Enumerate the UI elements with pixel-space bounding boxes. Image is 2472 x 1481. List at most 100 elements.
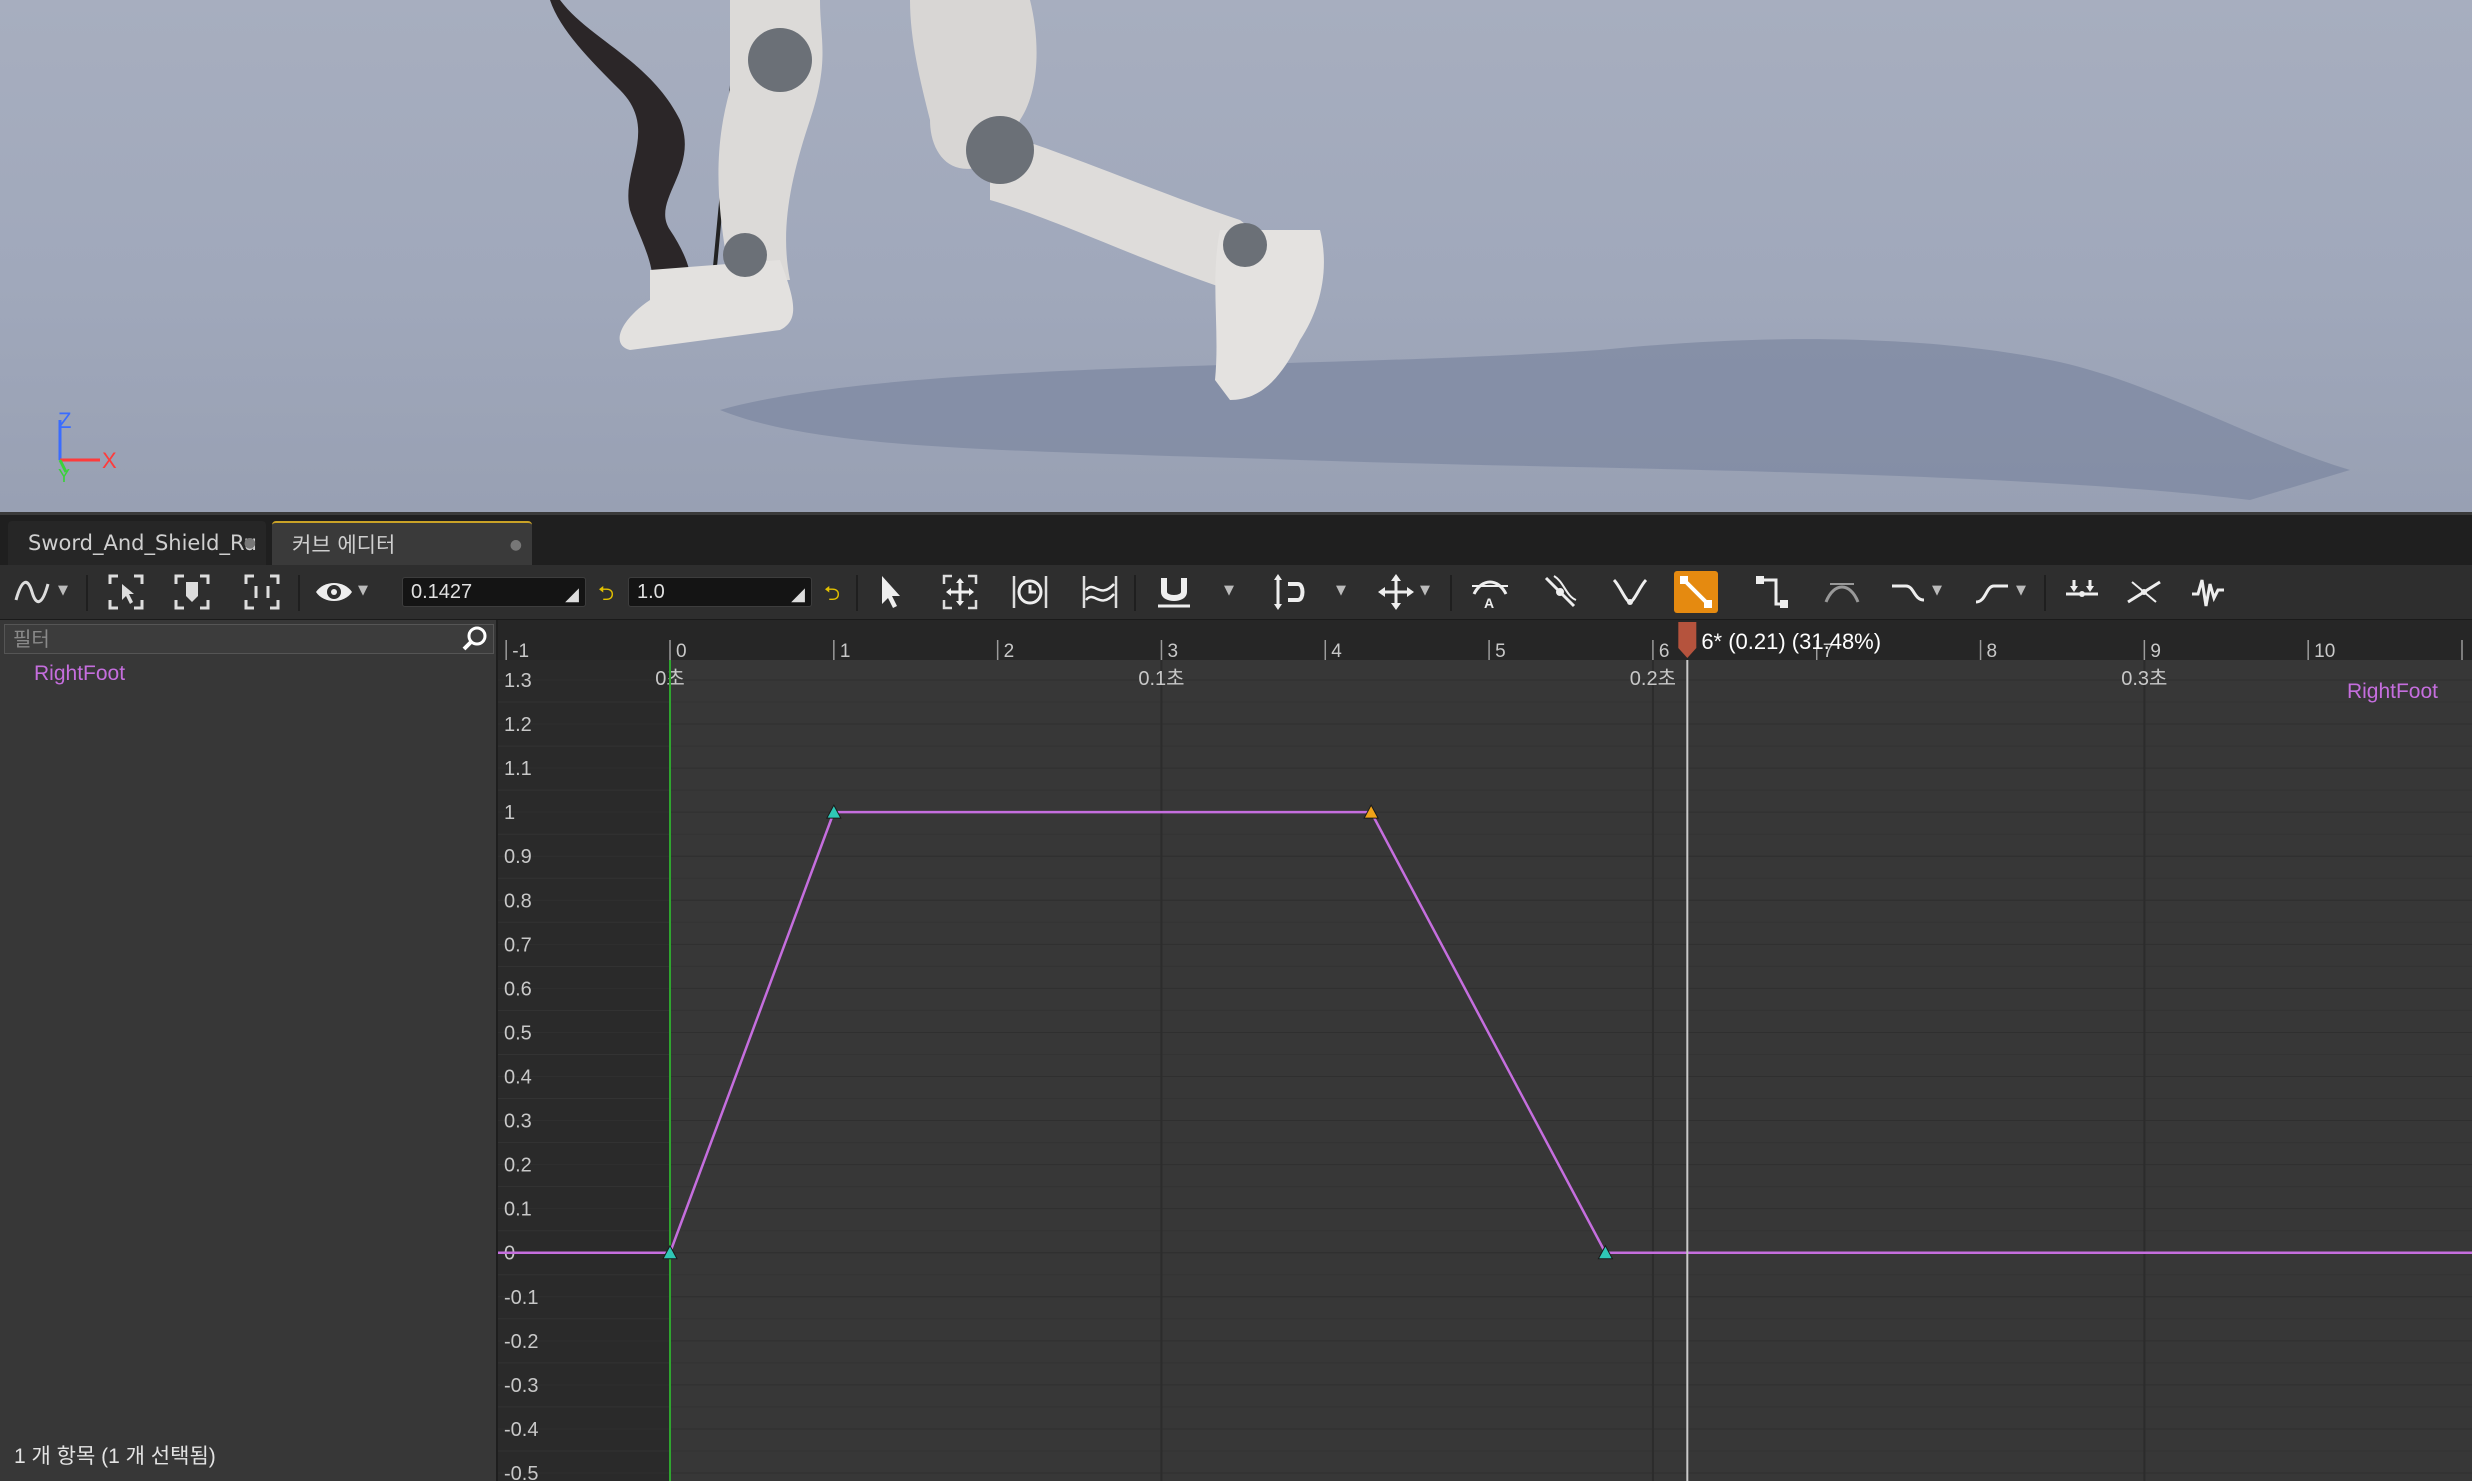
toolbar-separator bbox=[298, 575, 300, 611]
ruler-tick-label: 5 bbox=[1495, 641, 1506, 662]
auto-tangent-icon[interactable]: A bbox=[1468, 571, 1512, 613]
constant-interpolation-icon[interactable] bbox=[1750, 571, 1794, 613]
y-tick-label: 0.4 bbox=[504, 1067, 532, 1089]
ruler-tick-label: 2 bbox=[1004, 641, 1015, 662]
transform-tool-icon[interactable] bbox=[938, 571, 982, 613]
y-tick-label: 0.8 bbox=[504, 890, 532, 912]
ruler-tick-label: -1 bbox=[512, 641, 529, 662]
time-value-text: 0.1427 bbox=[411, 581, 473, 603]
ruler-tick-label: 9 bbox=[2150, 641, 2161, 662]
curve-editor-toolbar: ▼ ▼ 0.1427 ◢ ⮌ 1.0 ◢ ⮌ ▼ ▼ ▼ A ▼ ▼ bbox=[0, 565, 2472, 620]
y-tick-label: 0.7 bbox=[504, 934, 532, 956]
character-preview: Z X Y bbox=[58, 0, 2350, 500]
tab-label: Sword_And_Shield_Ru bbox=[28, 531, 257, 555]
frame-ruler[interactable] bbox=[498, 620, 2472, 660]
y-tick-label: 1 bbox=[504, 802, 515, 824]
curve-graph-canvas[interactable]: -1 0 1 2 3 4 5 6 7 8 9 10 1.31.21.110.90.80.70.60.5… bbox=[498, 620, 2472, 1481]
chevron-down-icon[interactable]: ▼ bbox=[1420, 583, 1438, 601]
curve-view-mode-icon[interactable] bbox=[10, 571, 54, 613]
flatten-tangent-icon[interactable] bbox=[1820, 571, 1864, 613]
time-value-field[interactable]: 0.1427 ◢ bbox=[402, 577, 586, 607]
tab-bar: Sword_And_Shield_Ru ● 커브 에디터 ● bbox=[0, 515, 2472, 565]
chevron-down-icon[interactable]: ▼ bbox=[1336, 583, 1354, 601]
search-icon[interactable] bbox=[461, 625, 489, 660]
value-snap-icon[interactable]: ⮌ bbox=[824, 579, 840, 613]
toolbar-separator bbox=[1134, 575, 1136, 611]
ruler-tick-label: 0 bbox=[676, 641, 687, 662]
curve-graph[interactable]: -1 0 1 2 3 4 5 6 7 8 9 10 1.3 1.2 1.1 1 0.9 0.8 0.7 0.6 0.5… bbox=[498, 620, 2472, 1481]
time-tick-label: 0.2초 bbox=[1630, 668, 1676, 690]
linear-interpolation-icon[interactable] bbox=[1674, 571, 1718, 613]
y-tick-label: -0.2 bbox=[504, 1331, 538, 1353]
chevron-down-icon[interactable]: ▼ bbox=[2016, 583, 2034, 601]
time-snap-icon[interactable]: ⮌ bbox=[598, 579, 614, 613]
character-shadow bbox=[720, 339, 2350, 500]
retime-tool-icon[interactable] bbox=[1008, 571, 1052, 613]
toolbar-separator bbox=[86, 575, 88, 611]
value-text: 1.0 bbox=[637, 581, 665, 603]
graph-background bbox=[498, 620, 2472, 1481]
magnet-snap-icon[interactable] bbox=[1152, 571, 1196, 613]
resize-corner-icon: ◢ bbox=[565, 584, 579, 604]
ruler-tick-label: 4 bbox=[1331, 641, 1342, 662]
y-tick-label: 0.3 bbox=[504, 1111, 532, 1133]
time-tick-label: 0.3초 bbox=[2121, 668, 2167, 690]
value-field[interactable]: 1.0 ◢ bbox=[628, 577, 812, 607]
straighten-keys-icon[interactable] bbox=[2122, 571, 2166, 613]
y-tick-label: 0.6 bbox=[504, 978, 532, 1000]
tab-sword-and-shield[interactable]: Sword_And_Shield_Ru ● bbox=[8, 521, 266, 565]
playhead-label: 6* (0.21) (31.48%) bbox=[1701, 629, 1881, 654]
y-tick-label: -0.5 bbox=[504, 1463, 538, 1481]
user-tangent-icon[interactable] bbox=[1538, 571, 1582, 613]
zoom-to-key-icon[interactable] bbox=[170, 571, 214, 613]
flatten-keys-icon[interactable] bbox=[2060, 571, 2104, 613]
break-tangent-icon[interactable] bbox=[1608, 571, 1652, 613]
filter-placeholder: 필터 bbox=[13, 627, 50, 651]
filter-curve-icon[interactable] bbox=[2186, 571, 2230, 613]
post-infinity-icon[interactable] bbox=[1970, 571, 2014, 613]
y-tick-label: -0.1 bbox=[504, 1287, 538, 1309]
chevron-down-icon[interactable]: ▼ bbox=[1932, 583, 1950, 601]
ruler-tick-label: 3 bbox=[1167, 641, 1178, 662]
svg-text:A: A bbox=[1484, 595, 1494, 611]
chevron-down-icon[interactable]: ▼ bbox=[1224, 583, 1242, 601]
ruler-tick-label: 1 bbox=[840, 641, 851, 662]
y-tick-label: -0.3 bbox=[504, 1375, 538, 1397]
y-tick-label: -0.4 bbox=[504, 1419, 538, 1441]
select-tool-icon[interactable] bbox=[868, 571, 912, 613]
toolbar-separator bbox=[1450, 575, 1452, 611]
ruler-tick-label: 8 bbox=[1987, 641, 1998, 662]
vertical-snap-icon[interactable] bbox=[1268, 571, 1312, 613]
multi-curve-tool-icon[interactable] bbox=[1078, 571, 1122, 613]
y-tick-label: 1.3 bbox=[504, 670, 532, 692]
toolbar-separator bbox=[2044, 575, 2046, 611]
resize-corner-icon: ◢ bbox=[791, 584, 805, 604]
close-icon[interactable]: ● bbox=[510, 523, 522, 565]
bow bbox=[550, 0, 691, 310]
axis-x-label: X bbox=[102, 448, 117, 473]
curve-name-label: RightFoot bbox=[2347, 680, 2438, 703]
item-count-status: 1 개 항목 (1 개 선택됨) bbox=[14, 1445, 216, 1468]
curve-list-item-rightfoot[interactable]: RightFoot bbox=[34, 662, 125, 686]
y-tick-label: 0.9 bbox=[504, 846, 532, 868]
close-icon[interactable]: ● bbox=[244, 521, 256, 565]
tab-curve-editor[interactable]: 커브 에디터 ● bbox=[272, 521, 532, 565]
axis-y-label: Y bbox=[58, 466, 70, 486]
tab-label: 커브 에디터 bbox=[292, 533, 396, 557]
animation-viewport[interactable]: Z X Y bbox=[0, 0, 2472, 515]
axis-snap-icon[interactable] bbox=[1374, 571, 1418, 613]
pre-infinity-icon[interactable] bbox=[1886, 571, 1930, 613]
frame-all-icon[interactable] bbox=[240, 571, 284, 613]
chevron-down-icon[interactable]: ▼ bbox=[58, 583, 76, 601]
chevron-down-icon[interactable]: ▼ bbox=[358, 583, 376, 601]
ruler-tick-label: 6 bbox=[1659, 641, 1670, 662]
eye-icon[interactable] bbox=[312, 571, 356, 613]
y-tick-label: 0.5 bbox=[504, 1022, 532, 1044]
y-tick-label: 0.1 bbox=[504, 1199, 532, 1221]
y-tick-label: 1.1 bbox=[504, 758, 532, 780]
time-tick-label: 0.1초 bbox=[1138, 668, 1184, 690]
filter-input[interactable]: 필터 bbox=[4, 624, 494, 654]
axis-z-label: Z bbox=[58, 408, 71, 433]
y-tick-label: 0.2 bbox=[504, 1155, 532, 1177]
zoom-to-fit-selection-icon[interactable] bbox=[104, 571, 148, 613]
